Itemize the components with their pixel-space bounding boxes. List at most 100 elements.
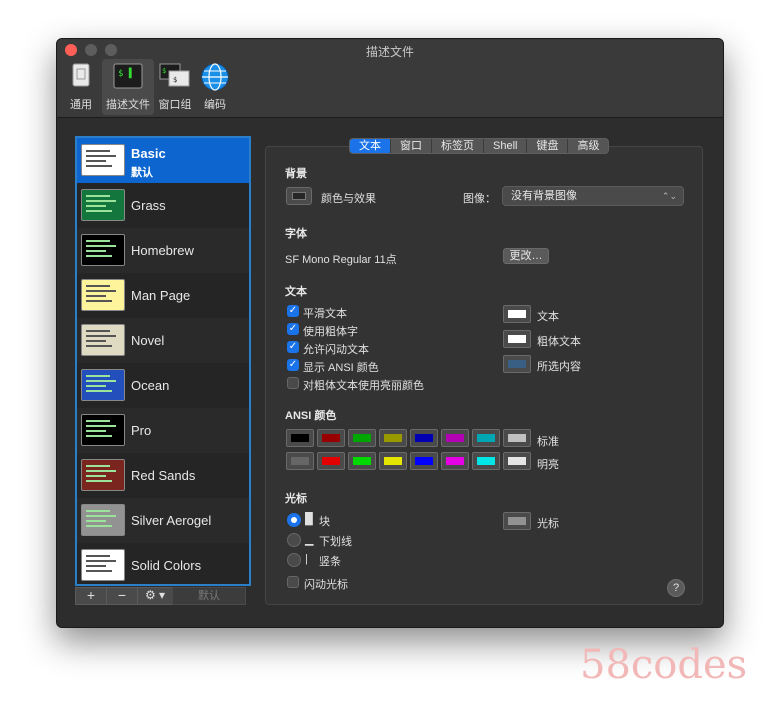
window-groups-icon: $ $ bbox=[159, 63, 190, 87]
ansi-normal-color-well[interactable] bbox=[441, 429, 469, 447]
ansi-normal-color-well[interactable] bbox=[317, 429, 345, 447]
add-profile-button[interactable]: + bbox=[75, 587, 107, 605]
text-color-label: 所选内容 bbox=[537, 361, 581, 373]
text-color-label: 粗体文本 bbox=[537, 336, 581, 348]
cursor-style-symbol: █ bbox=[305, 513, 313, 525]
profile-thumbnail bbox=[81, 144, 125, 176]
profile-name: Pro bbox=[131, 423, 152, 438]
profile-row[interactable]: Grass bbox=[77, 183, 249, 228]
cursor-style-radio[interactable] bbox=[287, 533, 301, 547]
gear-menu-button[interactable]: ⚙ ▾ bbox=[137, 587, 173, 605]
change-font-button[interactable]: 更改… bbox=[503, 248, 549, 264]
profile-thumbnail bbox=[81, 504, 125, 536]
toolbar: 描述文件 通用 $ ▌ 描述文件 $ $ 窗口组 编码 bbox=[57, 39, 723, 118]
text-color-well[interactable] bbox=[503, 330, 531, 348]
profile-thumbnail bbox=[81, 549, 125, 581]
tab-keyboard[interactable]: 键盘 bbox=[527, 139, 569, 153]
remove-profile-button[interactable]: − bbox=[106, 587, 138, 605]
cursor-style-symbol: | bbox=[305, 553, 308, 565]
ansi-bright-color-well[interactable] bbox=[317, 452, 345, 470]
text-color-label: 文本 bbox=[537, 311, 559, 323]
ansi-normal-label: 标准 bbox=[537, 436, 559, 448]
tab-tab[interactable]: 标签页 bbox=[432, 139, 484, 153]
ansi-bright-color-well[interactable] bbox=[441, 452, 469, 470]
profile-row[interactable]: Homebrew bbox=[77, 228, 249, 273]
toolbar-general-button[interactable]: 通用 bbox=[63, 59, 99, 115]
chevron-updown-icon: ⌃⌄ bbox=[661, 191, 677, 201]
svg-text:$ ▌: $ ▌ bbox=[118, 67, 134, 79]
font-heading: 字体 bbox=[285, 228, 307, 240]
cursor-style-label: 竖条 bbox=[319, 556, 341, 568]
background-color-button[interactable] bbox=[286, 187, 312, 205]
ansi-bright-color-well[interactable] bbox=[472, 452, 500, 470]
profile-row[interactable]: Solid Colors bbox=[77, 543, 249, 584]
text-option-label: 对粗体文本使用亮丽颜色 bbox=[303, 380, 424, 392]
text-option-checkbox[interactable]: ✓ bbox=[287, 341, 299, 353]
tab-shell[interactable]: Shell bbox=[484, 139, 528, 153]
background-image-select[interactable]: 没有背景图像 ⌃⌄ bbox=[502, 186, 684, 206]
profile-thumbnail bbox=[81, 414, 125, 446]
tab-advanced[interactable]: 高级 bbox=[568, 139, 608, 153]
text-color-well[interactable] bbox=[503, 355, 531, 373]
profile-row[interactable]: Red Sands bbox=[77, 453, 249, 498]
profile-row[interactable]: Basic 默认 bbox=[77, 138, 249, 183]
blink-cursor-label: 闪动光标 bbox=[304, 579, 348, 591]
profile-name: Solid Colors bbox=[131, 558, 202, 573]
ansi-bright-color-well[interactable] bbox=[410, 452, 438, 470]
ansi-normal-color-well[interactable] bbox=[348, 429, 376, 447]
ansi-bright-color-well[interactable] bbox=[286, 452, 314, 470]
profile-row[interactable]: Pro bbox=[77, 408, 249, 453]
general-icon bbox=[72, 63, 90, 87]
set-default-button[interactable]: 默认 bbox=[172, 587, 246, 605]
profile-thumbnail bbox=[81, 279, 125, 311]
background-image-value: 没有背景图像 bbox=[511, 190, 577, 202]
tab-window[interactable]: 窗口 bbox=[391, 139, 432, 153]
toolbar-window-groups-button[interactable]: $ $ 窗口组 bbox=[156, 59, 194, 115]
profile-name: Grass bbox=[131, 198, 166, 213]
cursor-heading: 光标 bbox=[285, 493, 307, 505]
ansi-heading: ANSI 颜色 bbox=[285, 410, 337, 422]
profile-thumbnail bbox=[81, 234, 125, 266]
ansi-normal-color-well[interactable] bbox=[379, 429, 407, 447]
font-value: SF Mono Regular 11点 bbox=[285, 254, 397, 266]
profile-name: Silver Aerogel bbox=[131, 513, 212, 528]
text-heading: 文本 bbox=[285, 286, 307, 298]
cursor-style-radio[interactable] bbox=[287, 553, 301, 567]
gear-icon: ⚙ bbox=[144, 588, 156, 602]
text-option-label: 平滑文本 bbox=[303, 308, 347, 320]
text-option-checkbox[interactable]: ✓ bbox=[287, 305, 299, 317]
ansi-normal-color-well[interactable] bbox=[286, 429, 314, 447]
profile-row[interactable]: Silver Aerogel bbox=[77, 498, 249, 543]
window-title: 描述文件 bbox=[365, 45, 414, 59]
cursor-style-symbol: ▁ bbox=[305, 534, 314, 546]
text-option-checkbox[interactable]: ✓ bbox=[287, 323, 299, 335]
toolbar-profiles-button[interactable]: $ ▌ 描述文件 bbox=[102, 59, 154, 115]
text-option-checkbox[interactable] bbox=[287, 377, 299, 389]
profile-name: Ocean bbox=[131, 378, 170, 393]
profile-name: Red Sands bbox=[131, 468, 196, 483]
ansi-normal-color-well[interactable] bbox=[410, 429, 438, 447]
background-heading: 背景 bbox=[285, 168, 307, 180]
profile-name: Man Page bbox=[131, 288, 191, 303]
profile-row[interactable]: Man Page bbox=[77, 273, 249, 318]
tab-text[interactable]: 文本 bbox=[350, 139, 391, 153]
profile-name: Basic bbox=[131, 146, 166, 161]
watermark: 58codes bbox=[580, 642, 748, 688]
ansi-bright-color-well[interactable] bbox=[348, 452, 376, 470]
blink-cursor-checkbox[interactable] bbox=[287, 576, 299, 588]
text-color-well[interactable] bbox=[503, 305, 531, 323]
cursor-style-radio[interactable] bbox=[287, 513, 301, 527]
profile-row[interactable]: Ocean bbox=[77, 363, 249, 408]
ansi-bright-color-well[interactable] bbox=[503, 452, 531, 470]
ansi-bright-label: 明亮 bbox=[537, 459, 559, 471]
ansi-normal-color-well[interactable] bbox=[472, 429, 500, 447]
profile-default-label: 默认 bbox=[131, 167, 153, 179]
profile-list[interactable]: Basic 默认 Grass Homebrew Man Page Novel Ocean Pr… bbox=[75, 136, 251, 586]
toolbar-encodings-button[interactable]: 编码 bbox=[197, 59, 233, 115]
ansi-bright-color-well[interactable] bbox=[379, 452, 407, 470]
help-button[interactable]: ? bbox=[667, 579, 685, 597]
cursor-color-well[interactable] bbox=[503, 512, 531, 530]
profile-row[interactable]: Novel bbox=[77, 318, 249, 363]
text-option-checkbox[interactable]: ✓ bbox=[287, 359, 299, 371]
ansi-normal-color-well[interactable] bbox=[503, 429, 531, 447]
